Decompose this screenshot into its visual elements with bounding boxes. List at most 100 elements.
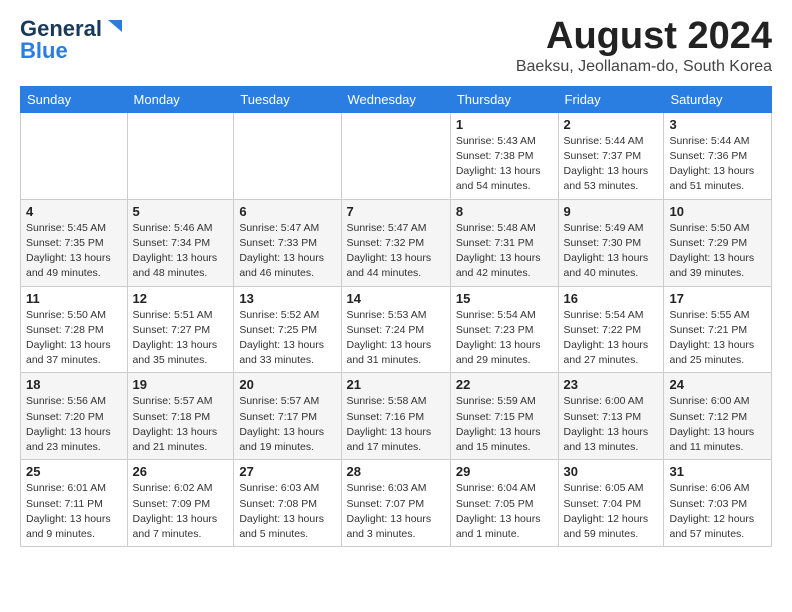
logo-text-blue: Blue <box>20 38 68 64</box>
calendar-cell: 25 Sunrise: 6:01 AMSunset: 7:11 PMDayligh… <box>21 460 128 547</box>
calendar-cell: 3 Sunrise: 5:44 AMSunset: 7:36 PMDaylight… <box>664 112 772 199</box>
day-info: Sunrise: 5:59 AMSunset: 7:15 PMDaylight:… <box>456 394 553 455</box>
day-info: Sunrise: 5:57 AMSunset: 7:18 PMDaylight:… <box>133 394 229 455</box>
day-info: Sunrise: 5:45 AMSunset: 7:35 PMDaylight:… <box>26 221 122 282</box>
day-info: Sunrise: 5:50 AMSunset: 7:29 PMDaylight:… <box>669 221 766 282</box>
day-number: 19 <box>133 377 229 392</box>
day-info: Sunrise: 6:01 AMSunset: 7:11 PMDaylight:… <box>26 481 122 542</box>
calendar-cell: 1Sunrise: 5:43 AMSunset: 7:38 PMDaylight… <box>450 112 558 199</box>
calendar-cell: 22Sunrise: 5:59 AMSunset: 7:15 PMDayligh… <box>450 373 558 460</box>
day-info: Sunrise: 5:47 AMSunset: 7:32 PMDaylight:… <box>347 221 445 282</box>
day-info: Sunrise: 5:52 AMSunset: 7:25 PMDaylight:… <box>239 308 335 369</box>
day-number: 13 <box>239 291 335 306</box>
day-number: 26 <box>133 464 229 479</box>
day-info: Sunrise: 6:04 AMSunset: 7:05 PMDaylight:… <box>456 481 553 542</box>
calendar-cell: 12Sunrise: 5:51 AMSunset: 7:27 PMDayligh… <box>127 286 234 373</box>
calendar-cell: 26 Sunrise: 6:02 AMSunset: 7:09 PMDayligh… <box>127 460 234 547</box>
calendar-cell: 29 Sunrise: 6:04 AMSunset: 7:05 PMDayligh… <box>450 460 558 547</box>
day-info: Sunrise: 5:48 AMSunset: 7:31 PMDaylight:… <box>456 221 553 282</box>
day-info: Sunrise: 5:44 AMSunset: 7:36 PMDaylight:… <box>669 134 766 195</box>
calendar-cell: 18 Sunrise: 5:56 AMSunset: 7:20 PMDayligh… <box>21 373 128 460</box>
calendar-cell: 23Sunrise: 6:00 AMSunset: 7:13 PMDayligh… <box>558 373 664 460</box>
calendar-cell: 5 Sunrise: 5:46 AMSunset: 7:34 PMDaylight… <box>127 199 234 286</box>
calendar-cell: 20 Sunrise: 5:57 AMSunset: 7:17 PMDayligh… <box>234 373 341 460</box>
day-info: Sunrise: 5:43 AMSunset: 7:38 PMDaylight:… <box>456 134 553 195</box>
day-number: 20 <box>239 377 335 392</box>
day-info: Sunrise: 5:50 AMSunset: 7:28 PMDaylight:… <box>26 308 122 369</box>
calendar-cell: 10 Sunrise: 5:50 AMSunset: 7:29 PMDayligh… <box>664 199 772 286</box>
day-info: Sunrise: 5:54 AMSunset: 7:23 PMDaylight:… <box>456 308 553 369</box>
day-number: 25 <box>26 464 122 479</box>
calendar-cell: 7 Sunrise: 5:47 AMSunset: 7:32 PMDaylight… <box>341 199 450 286</box>
day-info: Sunrise: 5:46 AMSunset: 7:34 PMDaylight:… <box>133 221 229 282</box>
day-number: 11 <box>26 291 122 306</box>
calendar-cell: 8 Sunrise: 5:48 AMSunset: 7:31 PMDaylight… <box>450 199 558 286</box>
day-number: 27 <box>239 464 335 479</box>
col-thursday: Thursday <box>450 86 558 112</box>
day-info: Sunrise: 5:47 AMSunset: 7:33 PMDaylight:… <box>239 221 335 282</box>
calendar-cell: 21Sunrise: 5:58 AMSunset: 7:16 PMDayligh… <box>341 373 450 460</box>
col-monday: Monday <box>127 86 234 112</box>
day-number: 7 <box>347 204 445 219</box>
calendar-cell: 11 Sunrise: 5:50 AMSunset: 7:28 PMDayligh… <box>21 286 128 373</box>
day-info: Sunrise: 5:54 AMSunset: 7:22 PMDaylight:… <box>564 308 659 369</box>
day-number: 3 <box>669 117 766 132</box>
day-info: Sunrise: 5:57 AMSunset: 7:17 PMDaylight:… <box>239 394 335 455</box>
col-friday: Friday <box>558 86 664 112</box>
day-info: Sunrise: 5:49 AMSunset: 7:30 PMDaylight:… <box>564 221 659 282</box>
calendar-week-row-3: 18 Sunrise: 5:56 AMSunset: 7:20 PMDayligh… <box>21 373 772 460</box>
day-info: Sunrise: 6:00 AMSunset: 7:13 PMDaylight:… <box>564 394 659 455</box>
calendar-week-row-4: 25 Sunrise: 6:01 AMSunset: 7:11 PMDayligh… <box>21 460 772 547</box>
day-number: 4 <box>26 204 122 219</box>
day-number: 2 <box>564 117 659 132</box>
day-number: 17 <box>669 291 766 306</box>
day-number: 12 <box>133 291 229 306</box>
day-info: Sunrise: 5:58 AMSunset: 7:16 PMDaylight:… <box>347 394 445 455</box>
day-number: 28 <box>347 464 445 479</box>
day-info: Sunrise: 5:44 AMSunset: 7:37 PMDaylight:… <box>564 134 659 195</box>
calendar-week-row-1: 4 Sunrise: 5:45 AMSunset: 7:35 PMDaylight… <box>21 199 772 286</box>
day-number: 8 <box>456 204 553 219</box>
day-number: 30 <box>564 464 659 479</box>
calendar-cell: 27 Sunrise: 6:03 AMSunset: 7:08 PMDayligh… <box>234 460 341 547</box>
calendar-cell: 13 Sunrise: 5:52 AMSunset: 7:25 PMDayligh… <box>234 286 341 373</box>
day-info: Sunrise: 5:56 AMSunset: 7:20 PMDaylight:… <box>26 394 122 455</box>
day-info: Sunrise: 6:05 AMSunset: 7:04 PMDaylight:… <box>564 481 659 542</box>
calendar-cell: 28 Sunrise: 6:03 AMSunset: 7:07 PMDayligh… <box>341 460 450 547</box>
day-number: 15 <box>456 291 553 306</box>
day-number: 10 <box>669 204 766 219</box>
page: General Blue August 2024 Baeksu, Jeollan… <box>0 0 792 563</box>
calendar-week-row-0: 1Sunrise: 5:43 AMSunset: 7:38 PMDaylight… <box>21 112 772 199</box>
calendar-table: Sunday Monday Tuesday Wednesday Thursday… <box>20 86 772 547</box>
calendar-cell <box>21 112 128 199</box>
day-number: 18 <box>26 377 122 392</box>
day-number: 16 <box>564 291 659 306</box>
logo: General Blue <box>20 16 124 64</box>
calendar-cell <box>234 112 341 199</box>
calendar-cell: 19 Sunrise: 5:57 AMSunset: 7:18 PMDayligh… <box>127 373 234 460</box>
calendar-cell: 17 Sunrise: 5:55 AMSunset: 7:21 PMDayligh… <box>664 286 772 373</box>
calendar-cell: 14 Sunrise: 5:53 AMSunset: 7:24 PMDayligh… <box>341 286 450 373</box>
day-info: Sunrise: 6:00 AMSunset: 7:12 PMDaylight:… <box>669 394 766 455</box>
calendar-cell <box>127 112 234 199</box>
calendar-cell: 30 Sunrise: 6:05 AMSunset: 7:04 PMDayligh… <box>558 460 664 547</box>
calendar-cell: 15 Sunrise: 5:54 AMSunset: 7:23 PMDayligh… <box>450 286 558 373</box>
col-sunday: Sunday <box>21 86 128 112</box>
day-number: 24 <box>669 377 766 392</box>
day-number: 5 <box>133 204 229 219</box>
day-number: 31 <box>669 464 766 479</box>
day-number: 29 <box>456 464 553 479</box>
day-info: Sunrise: 6:03 AMSunset: 7:08 PMDaylight:… <box>239 481 335 542</box>
day-info: Sunrise: 6:03 AMSunset: 7:07 PMDaylight:… <box>347 481 445 542</box>
location: Baeksu, Jeollanam-do, South Korea <box>516 58 772 76</box>
calendar-cell: 4 Sunrise: 5:45 AMSunset: 7:35 PMDaylight… <box>21 199 128 286</box>
calendar-week-row-2: 11 Sunrise: 5:50 AMSunset: 7:28 PMDayligh… <box>21 286 772 373</box>
calendar-cell: 2 Sunrise: 5:44 AMSunset: 7:37 PMDaylight… <box>558 112 664 199</box>
logo-arrow-icon <box>102 18 124 40</box>
day-info: Sunrise: 5:55 AMSunset: 7:21 PMDaylight:… <box>669 308 766 369</box>
title-block: August 2024 Baeksu, Jeollanam-do, South … <box>516 16 772 76</box>
day-number: 14 <box>347 291 445 306</box>
calendar-cell: 16 Sunrise: 5:54 AMSunset: 7:22 PMDayligh… <box>558 286 664 373</box>
day-info: Sunrise: 5:53 AMSunset: 7:24 PMDaylight:… <box>347 308 445 369</box>
day-info: Sunrise: 6:02 AMSunset: 7:09 PMDaylight:… <box>133 481 229 542</box>
